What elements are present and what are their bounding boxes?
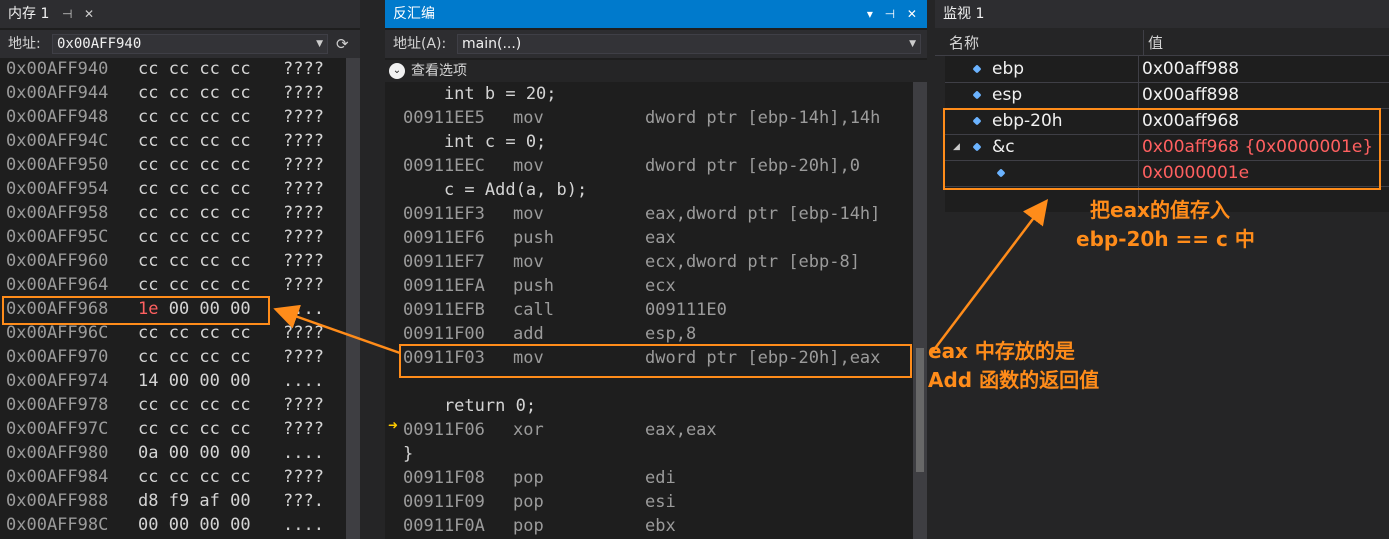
- annotation-arrows: [273, 199, 1049, 356]
- arrow-to-memory: [273, 304, 401, 355]
- annotation-eax-line2: Add 函数的返回值: [928, 368, 1100, 392]
- annotation-eax-line1: eax 中存放的是: [928, 339, 1075, 363]
- annotation-watch-line1: 把eax的值存入: [1090, 198, 1230, 222]
- annotation-watch-line2: ebp-20h == c 中: [1076, 227, 1255, 251]
- arrow-to-watch: [929, 199, 1049, 356]
